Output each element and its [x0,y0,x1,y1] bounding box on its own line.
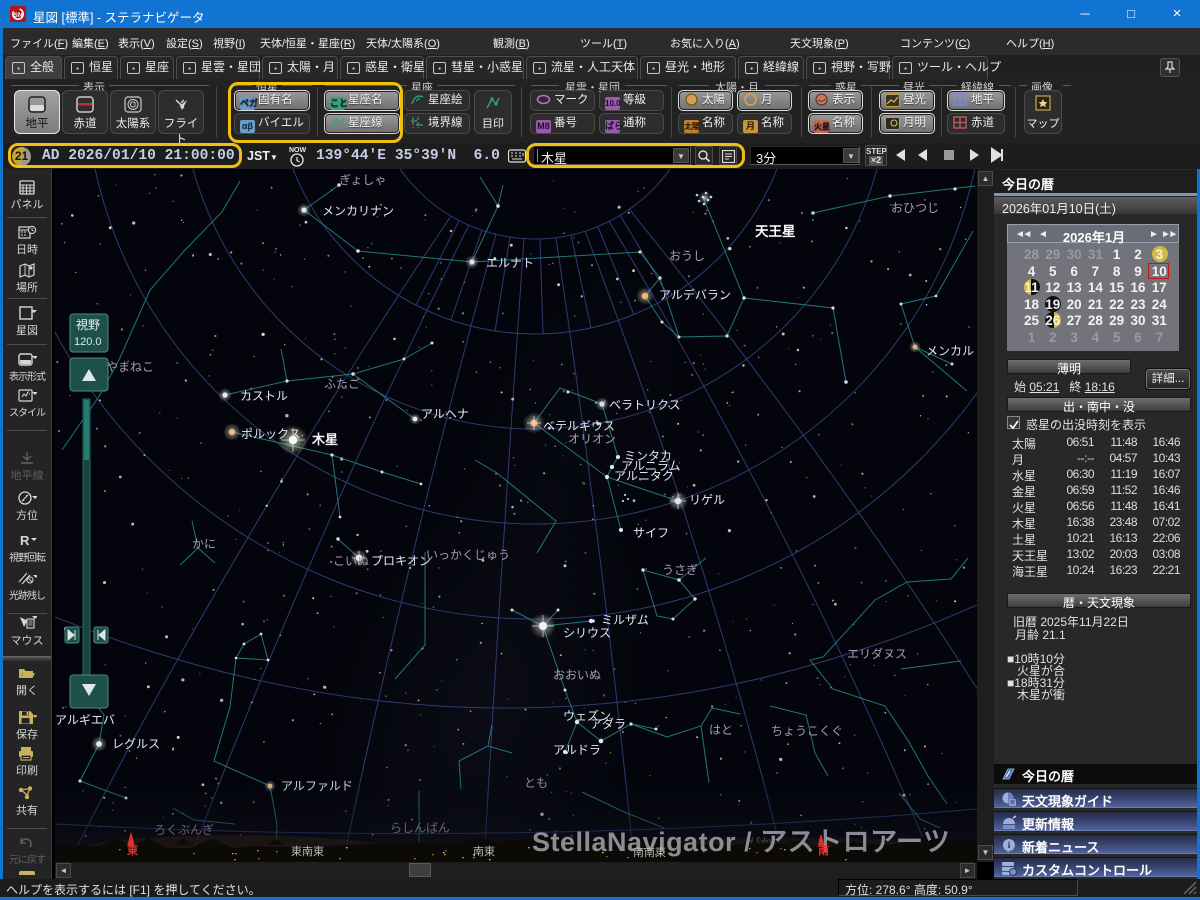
svg-text:天王星: 天王星 [755,224,796,239]
svg-text:ミルザム: ミルザム [601,613,649,627]
svg-text:南東: 南東 [473,845,495,858]
svg-text:ぎょしゃ: ぎょしゃ [339,173,386,187]
svg-text:おうし: おうし [669,249,705,263]
svg-text:SN: SN [13,12,22,19]
svg-text:NOW: NOW [289,147,307,154]
svg-text:東南東: 東南東 [291,845,324,858]
svg-text:メンカル: メンカル [926,344,974,358]
svg-text:ふたご: ふたご [324,376,360,391]
svg-text:カストル: カストル [240,389,288,403]
svg-text:アルギエバ: アルギエバ [55,713,115,727]
svg-text:木星: 木星 [311,432,338,447]
svg-text:こいぬ: こいぬ [333,554,369,568]
svg-text:リゲル: リゲル [689,493,725,507]
svg-text:やまねこ: やまねこ [106,360,154,374]
svg-text:ちょうこくぐ: ちょうこくぐ [771,724,843,738]
svg-text:アルヘナ: アルヘナ [421,407,469,421]
svg-text:シリウス: シリウス [563,626,611,640]
svg-text:メンカリナン: メンカリナン [322,204,394,218]
svg-text:ベテルギウス: ベテルギウス [543,419,615,433]
svg-text:うさぎ: うさぎ [662,563,698,577]
svg-text:視野: 視野 [76,317,100,332]
svg-text:エルナト: エルナト [486,256,534,270]
svg-text:オリオン: オリオン [568,432,616,446]
svg-text:プロキオン: プロキオン [371,554,431,568]
svg-text:120.0: 120.0 [74,336,102,348]
svg-text:ベラトリクス: ベラトリクス [609,398,681,412]
svg-text:いっかくじゅう: いっかくじゅう [426,548,510,562]
svg-text:アダラ: アダラ [590,716,626,731]
svg-text:おおいぬ: おおいぬ [553,668,601,682]
svg-text:R: R [20,533,30,548]
svg-text:ポルックス: ポルックス [241,427,301,441]
svg-text:はと: はと [709,723,733,737]
svg-text:StellaNavigator / アストロアーツ: StellaNavigator / アストロアーツ [532,827,950,857]
svg-text:おひつじ: おひつじ [891,201,939,215]
svg-text:アルドラ: アルドラ [553,743,601,757]
svg-text:エリダヌス: エリダヌス [847,646,907,661]
svg-text:アルデバラン: アルデバラン [659,287,731,302]
svg-text:かに: かに [192,537,216,551]
svg-text:南南東: 南南東 [633,846,666,859]
svg-text:レグルス: レグルス [112,737,160,751]
svg-text:アルニタク: アルニタク [614,469,674,483]
svg-text:サイフ: サイフ [633,526,669,540]
